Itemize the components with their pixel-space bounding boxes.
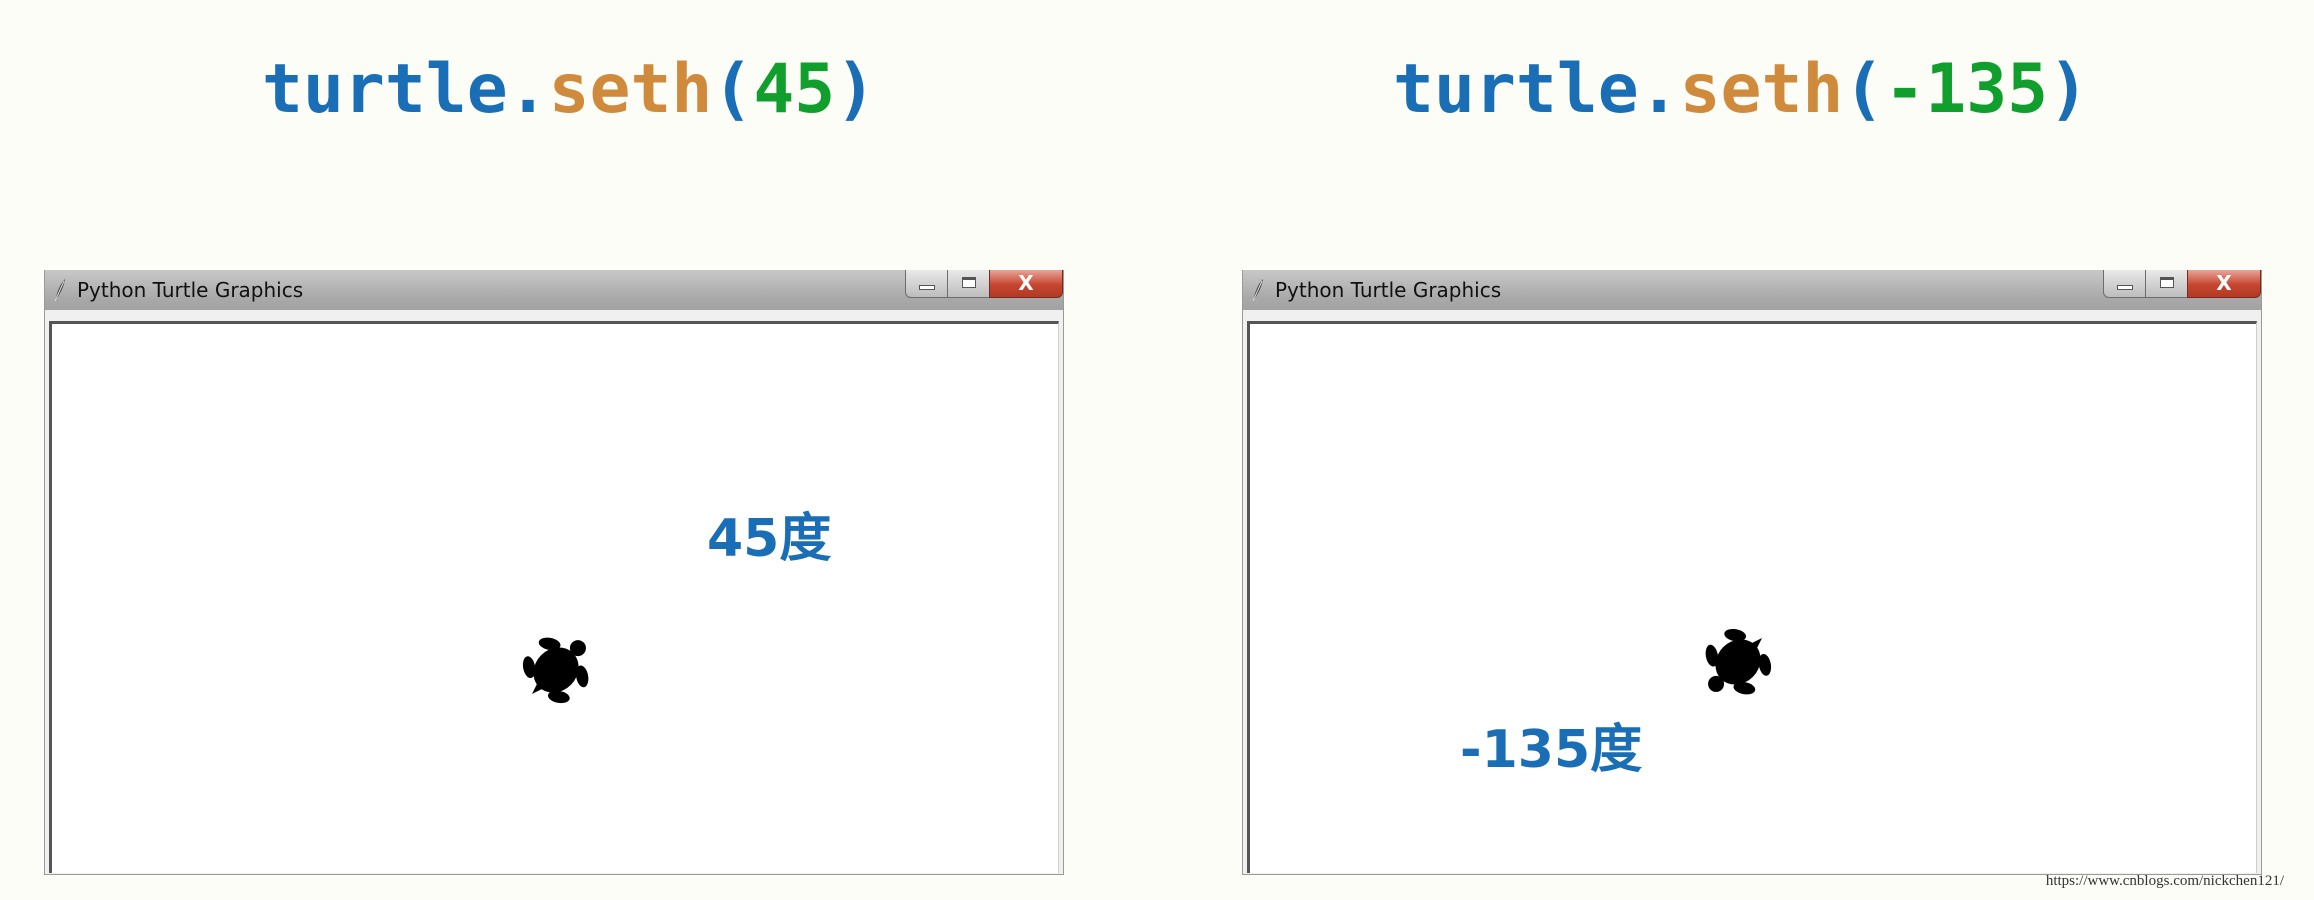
feather-icon	[54, 279, 65, 302]
window-title: Python Turtle Graphics	[1275, 278, 1502, 302]
code-module: turtle	[262, 50, 508, 129]
code-function: seth	[1679, 50, 1844, 129]
code-paren-open: (	[712, 50, 754, 129]
close-icon: X	[1018, 271, 1034, 295]
minimize-icon	[2117, 285, 2133, 290]
window-titlebar[interactable]: Python Turtle Graphics X	[45, 270, 1063, 310]
minimize-button[interactable]	[905, 270, 947, 298]
code-function: seth	[548, 50, 713, 129]
angle-annotation: -135度	[1460, 720, 1643, 780]
turtle-window-right: Python Turtle Graphics X -135度	[1242, 270, 2262, 875]
window-controls: X	[2103, 270, 2261, 300]
window-title: Python Turtle Graphics	[77, 278, 304, 302]
feather-icon	[1252, 279, 1263, 302]
code-title-right: turtle.seth(-135)	[1393, 50, 2089, 130]
minimize-button[interactable]	[2103, 270, 2145, 298]
turtle-icon	[522, 637, 589, 704]
turtle-icon	[1705, 628, 1772, 695]
close-button[interactable]: X	[2187, 270, 2261, 298]
maximize-button[interactable]	[2145, 270, 2187, 298]
code-dot: .	[1638, 50, 1680, 129]
code-dot: .	[507, 50, 549, 129]
close-button[interactable]: X	[989, 270, 1063, 298]
minimize-icon	[919, 285, 935, 290]
maximize-button[interactable]	[947, 270, 989, 298]
maximize-icon	[962, 277, 976, 288]
code-argument: -135	[1884, 50, 2049, 129]
code-paren-open: (	[1843, 50, 1885, 129]
window-titlebar[interactable]: Python Turtle Graphics X	[1243, 270, 2261, 310]
maximize-icon	[2160, 277, 2174, 288]
close-icon: X	[2216, 271, 2232, 295]
code-module: turtle	[1393, 50, 1639, 129]
turtle-canvas[interactable]: 45度	[49, 321, 1059, 873]
code-argument: 45	[753, 50, 836, 129]
angle-annotation: 45度	[707, 509, 832, 569]
code-paren-close: )	[835, 50, 877, 129]
turtle-window-left: Python Turtle Graphics X 45度	[44, 270, 1064, 875]
turtle-canvas[interactable]: -135度	[1247, 321, 2257, 873]
code-paren-close: )	[2048, 50, 2090, 129]
watermark: https://www.cnblogs.com/nickchen121/	[2045, 873, 2284, 889]
code-title-left: turtle.seth(45)	[262, 50, 876, 130]
window-controls: X	[905, 270, 1063, 300]
